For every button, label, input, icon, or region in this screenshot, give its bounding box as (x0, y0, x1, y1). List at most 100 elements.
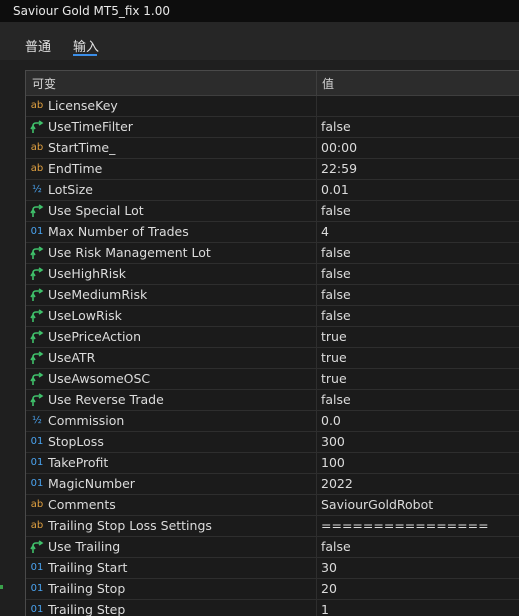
param-value[interactable]: false (321, 285, 351, 305)
param-name: Use Reverse Trade (48, 392, 164, 407)
table-row[interactable]: 01 Max Number of Trades 4 (26, 222, 519, 243)
param-value[interactable]: false (321, 264, 351, 284)
bool-type-icon (29, 348, 45, 368)
column-divider (316, 411, 317, 431)
bool-type-icon (29, 243, 45, 263)
column-divider (316, 138, 317, 158)
table-row[interactable]: ab Trailing Stop Loss Settings ===========… (26, 516, 519, 537)
table-row[interactable]: 01 MagicNumber 2022 (26, 474, 519, 495)
table-row[interactable]: UseMediumRisk false (26, 285, 519, 306)
table-row[interactable]: UseAwsomeOSC true (26, 369, 519, 390)
table-row[interactable]: 01 StopLoss 300 (26, 432, 519, 453)
table-row[interactable]: 01 Trailing Step 1 (26, 600, 519, 616)
param-value[interactable]: ================ (321, 516, 489, 536)
table-row[interactable]: Use Special Lot false (26, 201, 519, 222)
param-value[interactable]: 2022 (321, 474, 353, 494)
table-row[interactable]: UseHighRisk false (26, 264, 519, 285)
param-value[interactable]: false (321, 117, 351, 137)
table-row[interactable]: UseATR true (26, 348, 519, 369)
param-value[interactable]: 0.0 (321, 411, 341, 431)
table-row[interactable]: Use Trailing false (26, 537, 519, 558)
integer-type-icon: 01 (30, 583, 44, 594)
string-type-icon: ab (30, 163, 44, 174)
table-row[interactable]: ab EndTime 22:59 (26, 159, 519, 180)
table-row[interactable]: ab LicenseKey (26, 96, 519, 117)
param-name: UsePriceAction (48, 329, 141, 344)
table-row[interactable]: 01 Trailing Stop 20 (26, 579, 519, 600)
column-divider (316, 537, 317, 557)
param-value[interactable]: false (321, 201, 351, 221)
edge-marker (0, 585, 3, 589)
table-row[interactable]: ab StartTime_ 00:00 (26, 138, 519, 159)
param-value[interactable]: 300 (321, 432, 345, 452)
param-value[interactable]: 4 (321, 222, 329, 242)
param-name: UseAwsomeOSC (48, 371, 151, 386)
column-header-name[interactable]: 可变 (32, 75, 56, 92)
param-value[interactable]: 30 (321, 558, 337, 578)
column-divider (316, 180, 317, 200)
bool-type-icon (29, 285, 45, 305)
param-value[interactable]: false (321, 537, 351, 557)
active-tab-indicator (73, 54, 97, 56)
param-name: Trailing Step (48, 602, 126, 616)
double-type-icon: ½ (32, 184, 42, 195)
table-row[interactable]: 01 Trailing Start 30 (26, 558, 519, 579)
table-row[interactable]: Use Reverse Trade false (26, 390, 519, 411)
param-value[interactable]: SaviourGoldRobot (321, 495, 433, 515)
param-value[interactable]: false (321, 390, 351, 410)
param-value[interactable]: 1 (321, 600, 329, 616)
param-value[interactable]: 0.01 (321, 180, 349, 200)
param-value[interactable]: 22:59 (321, 159, 357, 179)
param-value[interactable]: true (321, 348, 347, 368)
param-value[interactable]: false (321, 306, 351, 326)
param-name: UseHighRisk (48, 266, 126, 281)
column-divider (316, 222, 317, 242)
column-divider (316, 348, 317, 368)
column-divider (316, 96, 317, 116)
column-divider (316, 285, 317, 305)
param-value[interactable]: 20 (321, 579, 337, 599)
column-divider (316, 369, 317, 389)
param-name: StartTime_ (48, 140, 116, 155)
param-name: TakeProfit (48, 455, 109, 470)
bool-type-icon (29, 369, 45, 389)
table-row[interactable]: ½ Commission 0.0 (26, 411, 519, 432)
param-value[interactable]: 100 (321, 453, 345, 473)
param-name: LicenseKey (48, 98, 118, 113)
param-value[interactable]: 00:00 (321, 138, 357, 158)
bool-type-icon (29, 306, 45, 326)
integer-type-icon: 01 (30, 226, 44, 237)
param-name: Trailing Stop Loss Settings (48, 518, 212, 533)
column-divider (316, 201, 317, 221)
column-divider (316, 579, 317, 599)
table-row[interactable]: UsePriceAction true (26, 327, 519, 348)
table-row[interactable]: UseTimeFilter false (26, 117, 519, 138)
param-name: Use Trailing (48, 539, 121, 554)
param-name: Commission (48, 413, 125, 428)
param-name: StopLoss (48, 434, 104, 449)
tab-inputs[interactable]: 输入 (73, 36, 99, 55)
param-name: Trailing Start (48, 560, 128, 575)
table-body: ab LicenseKey UseTimeFilter false ab StartTim… (26, 96, 519, 616)
table-row[interactable]: UseLowRisk false (26, 306, 519, 327)
column-divider (316, 390, 317, 410)
param-name: LotSize (48, 182, 93, 197)
param-value[interactable]: true (321, 327, 347, 347)
table-row[interactable]: Use Risk Management Lot false (26, 243, 519, 264)
window-title: Saviour Gold MT5_fix 1.00 (13, 4, 171, 18)
table-row[interactable]: ½ LotSize 0.01 (26, 180, 519, 201)
string-type-icon: ab (30, 520, 44, 531)
column-divider[interactable] (316, 71, 317, 95)
param-value[interactable]: false (321, 243, 351, 263)
table-row[interactable]: ab Comments SaviourGoldRobot (26, 495, 519, 516)
table-header: 可变 值 (26, 71, 519, 96)
double-type-icon: ½ (32, 415, 42, 426)
tab-general[interactable]: 普通 (25, 36, 51, 55)
column-divider (316, 306, 317, 326)
table-row[interactable]: 01 TakeProfit 100 (26, 453, 519, 474)
string-type-icon: ab (30, 142, 44, 153)
param-name: UseLowRisk (48, 308, 122, 323)
column-header-value[interactable]: 值 (322, 75, 334, 92)
param-value[interactable]: true (321, 369, 347, 389)
param-name: MagicNumber (48, 476, 135, 491)
